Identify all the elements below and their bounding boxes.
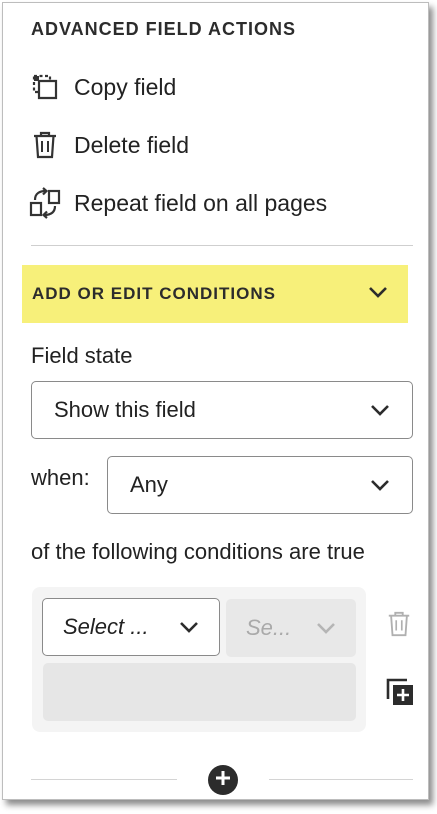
plus-icon bbox=[214, 769, 232, 792]
trash-icon bbox=[386, 609, 412, 644]
add-divider-right bbox=[269, 779, 413, 780]
field-state-label: Field state bbox=[31, 343, 133, 368]
condition-field-value: Select ... bbox=[63, 614, 149, 639]
delete-field-action[interactable]: Delete field bbox=[29, 129, 189, 161]
chevron-down-icon bbox=[179, 614, 199, 640]
repeat-field-label: Repeat field on all pages bbox=[74, 189, 328, 216]
chevron-down-icon bbox=[370, 472, 390, 498]
section-divider bbox=[31, 245, 413, 246]
field-properties-panel: ADVANCED FIELD ACTIONS Copy field Delete… bbox=[2, 2, 429, 800]
add-copy-icon bbox=[385, 677, 415, 712]
copy-icon bbox=[29, 71, 61, 103]
delete-condition-button[interactable] bbox=[384, 609, 414, 643]
copy-field-action[interactable]: Copy field bbox=[29, 71, 176, 103]
when-label: when: bbox=[31, 465, 90, 490]
add-edit-conditions-header[interactable]: ADD OR EDIT CONDITIONS bbox=[22, 265, 408, 323]
repeat-icon bbox=[29, 187, 61, 219]
condition-operator-value: Se... bbox=[246, 615, 292, 640]
condition-value-field[interactable] bbox=[43, 663, 356, 721]
repeat-field-action[interactable]: Repeat field on all pages bbox=[29, 187, 327, 219]
advanced-field-actions-heading: ADVANCED FIELD ACTIONS bbox=[31, 19, 296, 39]
chevron-down-icon bbox=[368, 285, 388, 304]
chevron-down-icon bbox=[316, 615, 336, 641]
add-divider-left bbox=[31, 779, 177, 780]
condition-operator-select[interactable]: Se... bbox=[226, 599, 356, 657]
condition-field-select[interactable]: Select ... bbox=[42, 598, 220, 656]
add-condition-button[interactable] bbox=[383, 677, 417, 711]
when-dropdown[interactable]: Any bbox=[107, 456, 413, 514]
field-state-value: Show this field bbox=[54, 397, 196, 422]
conditions-true-text: of the following conditions are true bbox=[31, 539, 365, 564]
trash-icon bbox=[29, 129, 61, 161]
copy-field-label: Copy field bbox=[74, 73, 177, 100]
add-rule-button[interactable] bbox=[208, 765, 238, 795]
when-value: Any bbox=[130, 472, 168, 497]
field-state-dropdown[interactable]: Show this field bbox=[31, 381, 413, 439]
delete-field-label: Delete field bbox=[74, 131, 190, 158]
chevron-down-icon bbox=[370, 397, 390, 423]
add-edit-conditions-title: ADD OR EDIT CONDITIONS bbox=[32, 284, 276, 303]
